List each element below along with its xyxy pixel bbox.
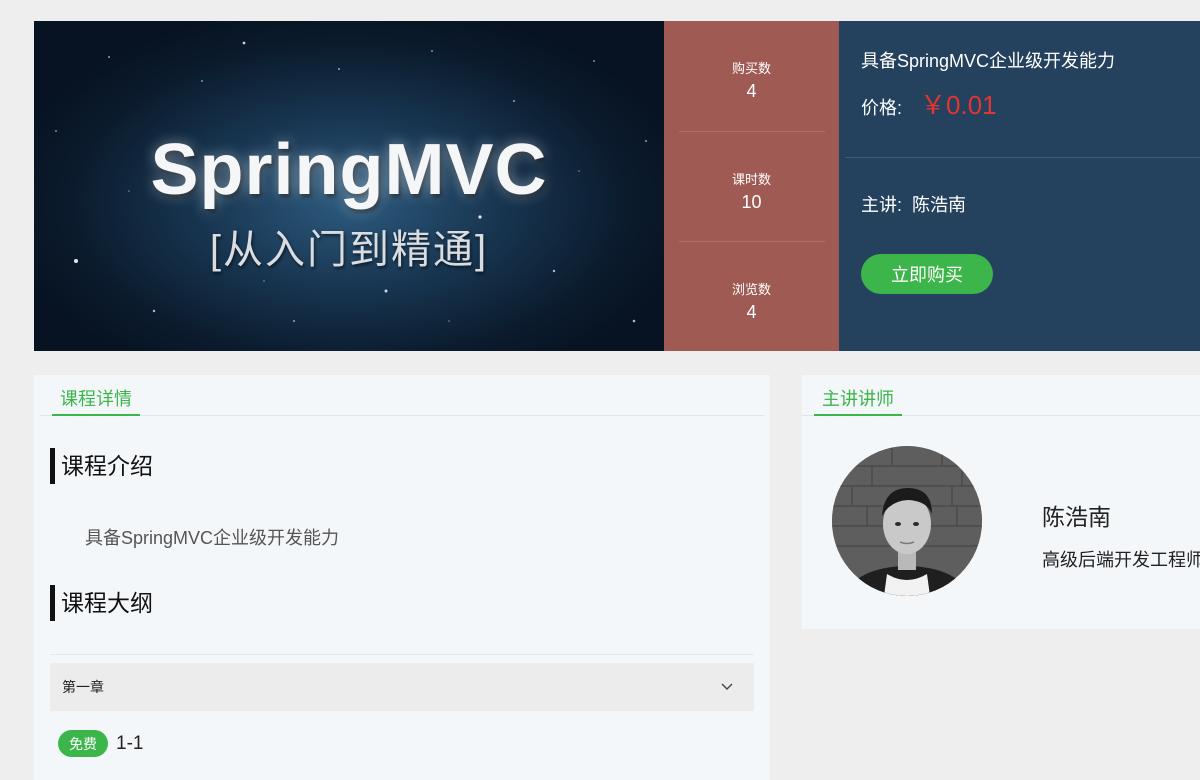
intro-text: 具备SpringMVC企业级开发能力 — [85, 528, 340, 548]
course-details-panel: 课程详情 课程介绍 具备SpringMVC企业级开发能力 课程大纲 第一章 免费… — [34, 375, 770, 780]
stat-value: 4 — [746, 81, 757, 101]
free-badge: 免费 — [58, 730, 108, 757]
buy-now-button[interactable]: 立即购买 — [861, 254, 993, 294]
course-info: 具备SpringMVC企业级开发能力 价格: ￥0.01 主讲: 陈浩南 立即购买 — [839, 21, 1200, 351]
stat-value: 4 — [746, 301, 757, 322]
intro-heading: 课程介绍 — [50, 448, 153, 484]
course-cover-image: SpringMVC [从入门到精通] — [34, 21, 664, 351]
instructor-panel: 主讲讲师 陈浩南 高级后端开发工程师 — [802, 375, 1200, 629]
tab-instructor[interactable]: 主讲讲师 — [814, 375, 902, 416]
teacher-name: 陈浩南 — [912, 195, 967, 215]
price-row: 价格: ￥0.01 — [861, 85, 997, 122]
divider — [845, 157, 1200, 158]
course-banner: SpringMVC [从入门到精通] 购买数 4 课时数 10 浏览数 4 具备… — [34, 21, 1200, 351]
details-tab-bar: 课程详情 — [40, 375, 764, 416]
instructor-name: 陈浩南 — [1042, 504, 1111, 530]
course-stats: 购买数 4 课时数 10 浏览数 4 — [664, 21, 839, 351]
teacher-label: 主讲: — [861, 195, 903, 215]
stat-views: 浏览数 4 — [678, 241, 825, 351]
price-value: ￥0.01 — [920, 90, 997, 120]
price-label: 价格: — [861, 98, 903, 118]
lesson-item[interactable]: 免费 1-1 — [58, 730, 143, 757]
chevron-down-icon[interactable] — [720, 680, 734, 694]
outline-heading: 课程大纲 — [50, 585, 153, 621]
cover-subtitle: [从入门到精通] — [209, 228, 489, 272]
stat-value: 10 — [741, 191, 762, 212]
tab-course-details[interactable]: 课程详情 — [52, 375, 140, 416]
chapter-title: 第一章 — [62, 679, 104, 695]
instructor-title: 高级后端开发工程师 — [1042, 550, 1200, 570]
stat-label: 课时数 — [731, 171, 771, 187]
stat-purchases: 购买数 4 — [679, 21, 825, 131]
teacher-row: 主讲: 陈浩南 — [861, 191, 966, 217]
instructor-photo — [832, 446, 982, 596]
stat-label: 浏览数 — [731, 281, 771, 297]
divider — [50, 654, 754, 655]
instructor-tab-bar: 主讲讲师 — [802, 375, 1200, 416]
cover-title: SpringMVC — [150, 130, 548, 210]
course-title: 具备SpringMVC企业级开发能力 — [861, 51, 1116, 71]
chapter-header[interactable]: 第一章 — [50, 663, 754, 711]
lesson-title[interactable]: 1-1 — [116, 733, 143, 755]
avatar — [832, 446, 982, 596]
stat-lessons: 课时数 10 — [678, 131, 825, 241]
stat-label: 购买数 — [731, 61, 771, 76]
